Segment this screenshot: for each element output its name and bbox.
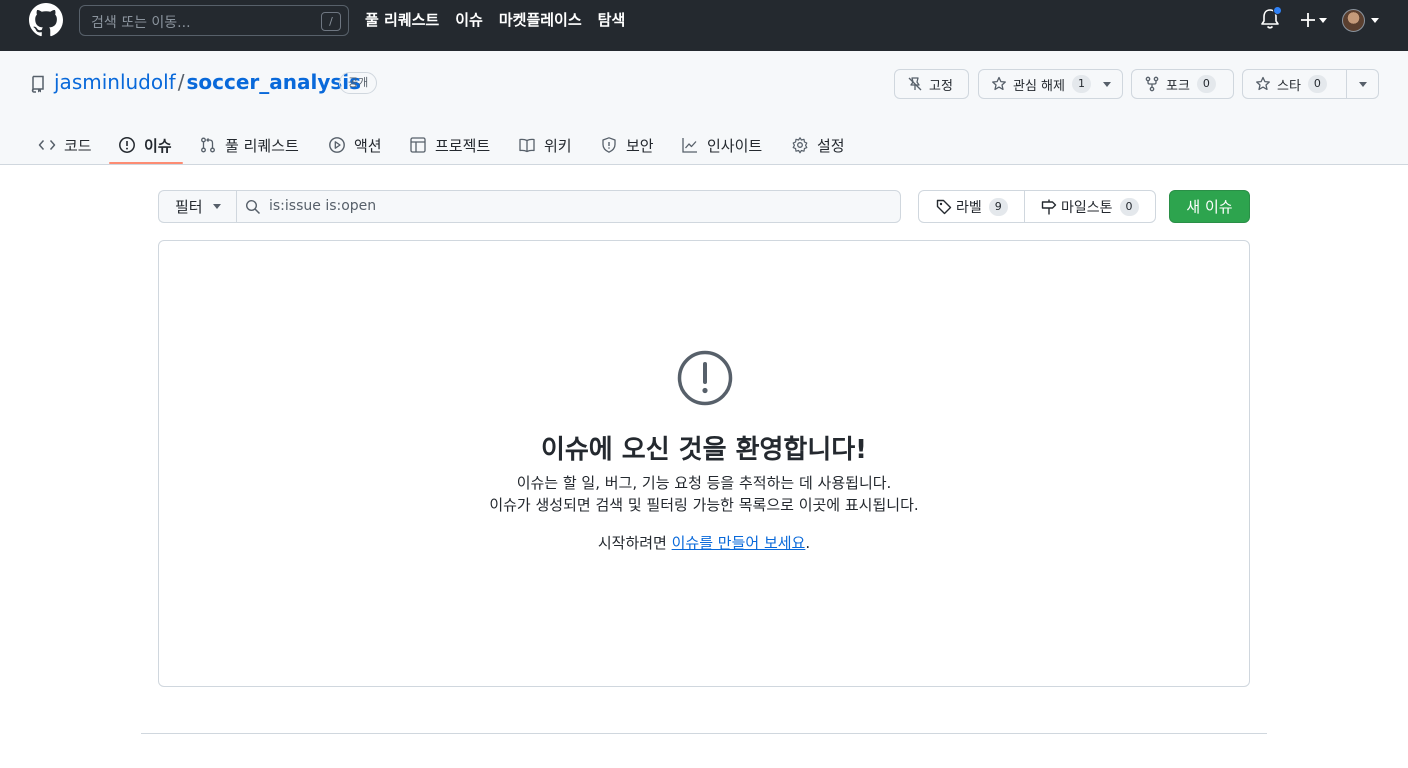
notifications-button[interactable] xyxy=(1260,6,1282,32)
labels-label: 라벨 xyxy=(956,199,982,216)
watch-label: 관심 해제 xyxy=(1013,78,1065,94)
search-shortcut-key: / xyxy=(321,12,341,31)
watch-count: 1 xyxy=(1071,75,1091,93)
divider xyxy=(1024,191,1025,222)
tab-label: 프로젝트 xyxy=(435,136,491,155)
tab-settings[interactable]: 설정 xyxy=(791,125,845,165)
repo-title: jasminludolf / soccer_analysis xyxy=(54,70,361,94)
tab-label: 풀 리퀘스트 xyxy=(225,136,299,155)
repository-header: jasminludolf / soccer_analysis 공개 고정 관심 해제… xyxy=(0,51,1408,165)
milestones-count: 0 xyxy=(1119,197,1139,216)
cta-prefix: 시작하려면 xyxy=(597,534,672,552)
code-icon xyxy=(38,137,56,153)
tab-label: 인사이트 xyxy=(707,136,763,155)
nav-explore[interactable]: 탐색 xyxy=(598,9,626,30)
nav-marketplace[interactable]: 마켓플레이스 xyxy=(499,9,582,30)
chevron-down-icon xyxy=(1319,18,1327,23)
star-list-dropdown[interactable] xyxy=(1346,70,1379,98)
search-icon xyxy=(245,199,261,215)
nav-issues[interactable]: 이슈 xyxy=(455,9,483,30)
gear-icon xyxy=(791,136,809,154)
fork-count: 0 xyxy=(1196,75,1216,93)
create-issue-link[interactable]: 이슈를 만들어 보세요 xyxy=(672,534,806,552)
notification-indicator xyxy=(1273,6,1282,15)
blankslate-cta: 시작하려면 이슈를 만들어 보세요. xyxy=(159,532,1249,553)
tag-icon xyxy=(936,199,952,214)
pin-button[interactable]: 고정 xyxy=(894,69,969,99)
tab-projects[interactable]: 프로젝트 xyxy=(409,125,490,165)
play-icon xyxy=(328,136,346,154)
tab-label: 위키 xyxy=(544,136,572,155)
filter-label: 필터 xyxy=(175,198,203,216)
labels-milestones-group: 라벨 9 마일스톤 0 xyxy=(918,190,1156,223)
tab-label: 설정 xyxy=(817,136,845,155)
tab-label: 액션 xyxy=(354,136,382,155)
graph-icon xyxy=(681,136,699,154)
global-header: 검색 또는 이동... / 풀 리퀘스트 이슈 마켓플레이스 탐색 xyxy=(0,0,1408,51)
chevron-down-icon xyxy=(1371,18,1379,23)
repo-owner-link[interactable]: jasminludolf xyxy=(54,70,176,94)
star-count: 0 xyxy=(1307,75,1327,93)
tab-issues[interactable]: 이슈 xyxy=(118,125,172,165)
global-search-input[interactable]: 검색 또는 이동... / xyxy=(79,5,349,36)
issues-blankslate: 이슈에 오신 것을 환영합니다! 이슈는 할 일, 버그, 기능 요청 등을 추… xyxy=(158,240,1250,687)
tab-label: 코드 xyxy=(64,136,92,155)
shield-icon xyxy=(600,136,618,154)
book-icon xyxy=(518,136,536,154)
tab-insights[interactable]: 인사이트 xyxy=(681,125,762,165)
table-icon xyxy=(409,136,427,154)
fork-button[interactable]: 포크 0 xyxy=(1131,69,1234,99)
nav-pull-requests[interactable]: 풀 리퀘스트 xyxy=(365,9,439,30)
star-icon xyxy=(991,76,1007,92)
repo-forked-icon xyxy=(1144,76,1160,92)
plus-icon xyxy=(1301,13,1315,27)
pin-label: 고정 xyxy=(929,78,953,94)
repo-icon xyxy=(31,75,44,93)
active-tab-indicator xyxy=(109,162,183,164)
milestones-button[interactable]: 마일스톤 0 xyxy=(1040,191,1139,222)
issue-search-query: is:issue is:open xyxy=(269,198,377,214)
github-logo-icon[interactable] xyxy=(29,3,63,37)
star-button[interactable]: 스타 0 xyxy=(1242,69,1379,99)
filter-dropdown-button[interactable]: 필터 xyxy=(158,190,237,223)
star-label: 스타 xyxy=(1277,78,1301,94)
labels-button[interactable]: 라벨 9 xyxy=(935,191,1008,222)
issue-search-input[interactable]: is:issue is:open xyxy=(236,190,901,223)
tab-label: 보안 xyxy=(626,136,654,155)
blankslate-title: 이슈에 오신 것을 환영합니다! xyxy=(540,435,868,465)
visibility-badge: 공개 xyxy=(339,72,378,94)
cta-suffix: . xyxy=(805,534,811,552)
tab-actions[interactable]: 액션 xyxy=(328,125,382,165)
labels-count: 9 xyxy=(988,197,1008,216)
star-icon xyxy=(1255,76,1271,92)
search-placeholder: 검색 또는 이동... xyxy=(91,15,191,31)
tab-pull-requests[interactable]: 풀 리퀘스트 xyxy=(199,125,299,165)
tab-security[interactable]: 보안 xyxy=(600,125,654,165)
issue-opened-icon xyxy=(118,136,136,154)
global-nav: 풀 리퀘스트 이슈 마켓플레이스 탐색 xyxy=(365,9,625,30)
chevron-down-icon xyxy=(212,204,221,209)
avatar xyxy=(1342,9,1365,32)
watch-button[interactable]: 관심 해제 1 xyxy=(978,69,1123,99)
blankslate-description-line-2: 이슈가 생성되면 검색 및 필터링 가능한 목록으로 이곳에 표시됩니다. xyxy=(489,496,919,514)
tab-wiki[interactable]: 위키 xyxy=(518,125,572,165)
fork-label: 포크 xyxy=(1166,78,1190,94)
new-issue-button[interactable]: 새 이슈 xyxy=(1169,190,1250,223)
pin-slash-icon xyxy=(907,76,923,92)
milestone-icon xyxy=(1041,199,1057,214)
tab-code[interactable]: 코드 xyxy=(38,125,92,165)
create-new-dropdown[interactable] xyxy=(1297,7,1331,33)
blankslate-description-line-1: 이슈는 할 일, 버그, 기능 요청 등을 추적하는 데 사용됩니다. xyxy=(516,474,892,492)
chevron-down-icon xyxy=(1102,81,1111,87)
repo-name-link[interactable]: soccer_analysis xyxy=(186,70,361,94)
git-pull-request-icon xyxy=(199,136,217,154)
repo-separator: / xyxy=(177,70,185,94)
milestones-label: 마일스톤 xyxy=(1061,199,1113,216)
issue-opened-icon xyxy=(677,350,733,406)
chevron-down-icon xyxy=(1359,81,1367,87)
user-menu[interactable] xyxy=(1342,9,1382,33)
footer-divider xyxy=(141,733,1267,734)
tab-label: 이슈 xyxy=(144,136,172,155)
